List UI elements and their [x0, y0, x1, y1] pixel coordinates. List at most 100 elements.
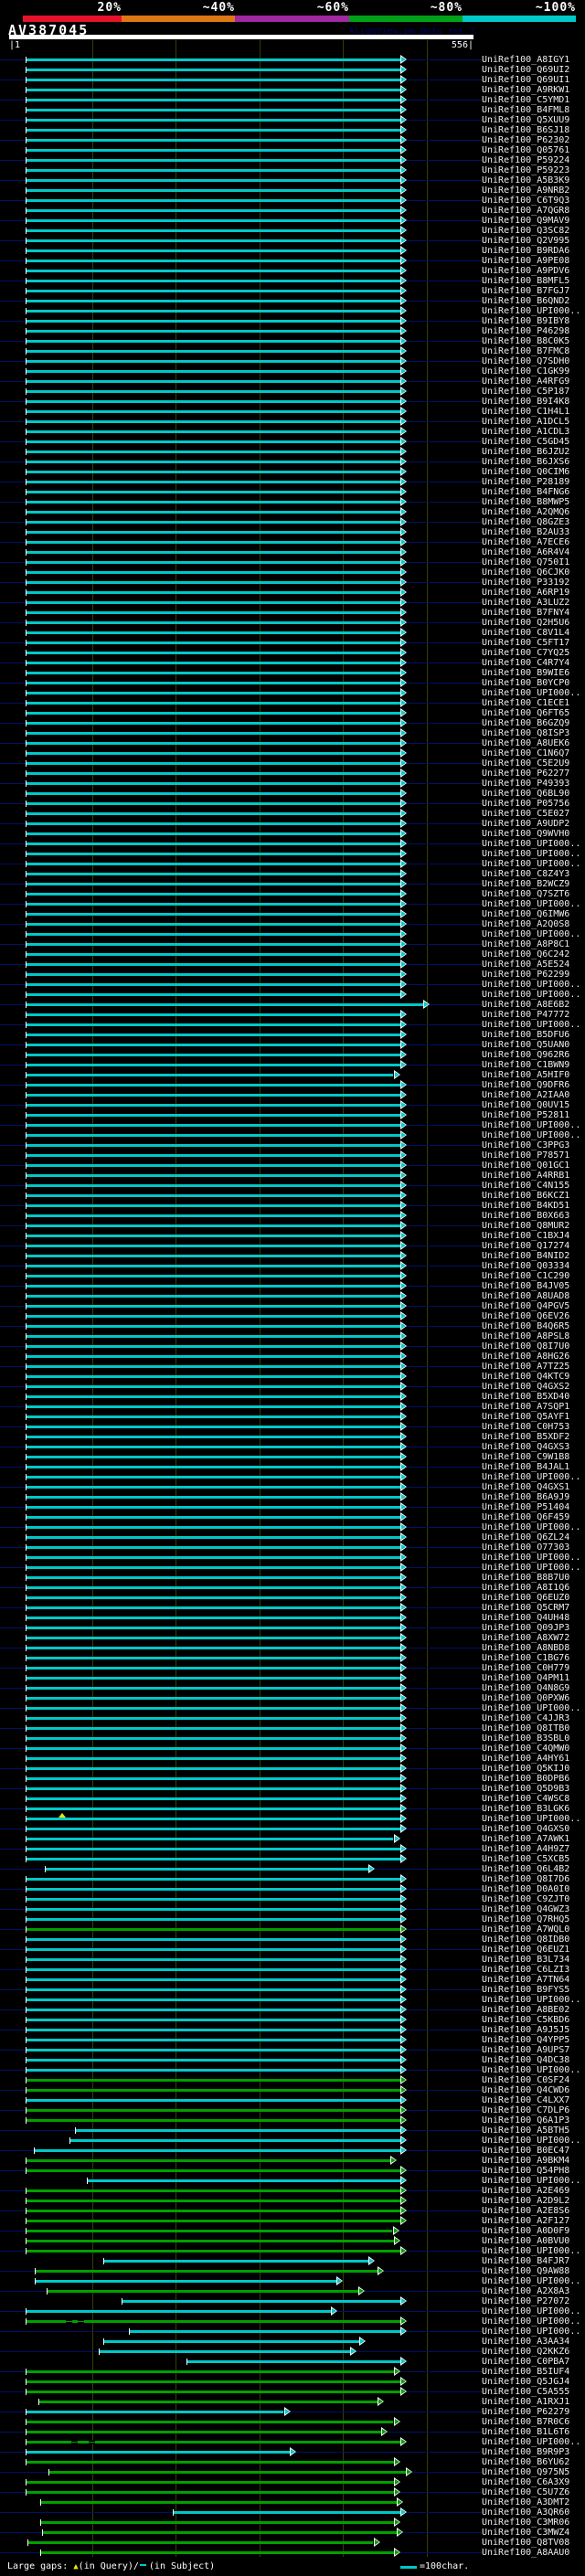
hit-label: UniRef100_A0D0F9: [482, 2226, 570, 2236]
alignment-bar: [26, 923, 400, 926]
alignment-start-tick: [26, 2459, 27, 2465]
alignment-row: UniRef100_UPI000..: [0, 1522, 585, 1532]
alignment-start-tick: [39, 2549, 41, 2556]
alignment-row: UniRef100_UPI000..: [0, 306, 585, 316]
hit-label: UniRef100_B0X663: [482, 1211, 570, 1221]
scale-label-80: ~80%: [430, 1, 463, 15]
alignment-row: UniRef100_B6KCZ1: [0, 1191, 585, 1201]
alignment-row: UniRef100_C5P187: [0, 387, 585, 397]
alignment-row: UniRef100_C5KBD6: [0, 2015, 585, 2025]
alignment-start-tick: [26, 117, 27, 123]
alignment-start-tick: [26, 549, 27, 556]
alignment-row: UniRef100_C0H753: [0, 1422, 585, 1432]
arrowhead-fill-icon: [400, 1464, 406, 1469]
alignment-start-tick: [26, 881, 27, 887]
hit-label: UniRef100_UPI000..: [482, 1995, 581, 2005]
alignment-bar: [26, 420, 400, 423]
alignment-start-tick: [26, 419, 27, 425]
arrowhead-fill-icon: [400, 831, 406, 836]
alignment-start-tick: [26, 338, 27, 345]
alignment-bar: [26, 139, 400, 142]
alignment-start-tick: [26, 1012, 27, 1018]
alignment-row: UniRef100_UPI000..: [0, 899, 585, 909]
alignment-bar: [26, 641, 400, 644]
hit-label: UniRef100_C4R7Y4: [482, 658, 570, 668]
alignment-bar: [26, 410, 400, 413]
arrowhead-fill-icon: [400, 1715, 406, 1721]
arrowhead-fill-icon: [359, 2288, 364, 2294]
arrowhead-fill-icon: [400, 720, 406, 726]
alignment-start-tick: [26, 1363, 27, 1370]
alignment-row: UniRef100_Q2KKZ6: [0, 2347, 585, 2357]
arrowhead-fill-icon: [400, 921, 406, 927]
alignment-start-tick: [26, 529, 27, 535]
alignment-start-tick: [26, 851, 27, 857]
arrowhead-fill-icon: [400, 308, 406, 313]
alignment-row: UniRef100_B2AU33: [0, 527, 585, 537]
hit-label: UniRef100_A8UAD8: [482, 1291, 570, 1301]
arrowhead-fill-icon: [400, 821, 406, 826]
arrowhead-fill-icon: [400, 1182, 406, 1188]
arrowhead-fill-icon: [400, 157, 406, 163]
hit-label: UniRef100_Q03334: [482, 1261, 570, 1271]
arrowhead-fill-icon: [400, 1605, 406, 1610]
alignment-bar: [26, 2099, 400, 2102]
arrowhead-fill-icon: [400, 1876, 406, 1882]
alignment-start-tick: [26, 499, 27, 505]
arrowhead-fill-icon: [400, 1022, 406, 1027]
hit-label: UniRef100_A3LUZ2: [482, 598, 570, 608]
hit-label: UniRef100_UPI000..: [482, 1130, 581, 1140]
alignment-start-tick: [26, 1916, 27, 1923]
hit-label: UniRef100_A2E8S6: [482, 2206, 570, 2216]
alignment-bar: [26, 440, 400, 443]
alignment-bar: [26, 1224, 400, 1227]
scale-segment-~60%: [235, 16, 349, 22]
alignment-bar: [47, 2290, 358, 2293]
hit-label: UniRef100_C1BXJ4: [482, 1231, 570, 1241]
alignment-row: UniRef100_A9UDP2: [0, 819, 585, 829]
alignment-row: UniRef100_C1BXJ4: [0, 1231, 585, 1241]
alignment-start-tick: [26, 1987, 27, 1993]
alignment-row: UniRef100_A3DMT2: [0, 2497, 585, 2507]
arrowhead-fill-icon: [400, 2298, 406, 2304]
alignment-start-tick: [26, 2067, 27, 2073]
arrowhead-fill-icon: [395, 2369, 400, 2374]
alignment-bar: [26, 621, 400, 624]
alignment-start-tick: [26, 328, 27, 334]
alignment-bar: [26, 1054, 400, 1056]
alignment-bar: [26, 732, 400, 735]
alignment-row: UniRef100_C5GD45: [0, 437, 585, 447]
alignment-row: UniRef100_B5IUF4: [0, 2367, 585, 2377]
alignment-row: UniRef100_A7QGR8: [0, 206, 585, 216]
alignment-bar: [98, 2350, 350, 2353]
hit-label: UniRef100_A8HG26: [482, 1352, 570, 1362]
alignment-row: UniRef100_Q03334: [0, 1261, 585, 1271]
alignment-bar: [26, 1988, 400, 1991]
alignment-bar: [26, 893, 400, 896]
alignment-row: UniRef100_P52811: [0, 1110, 585, 1120]
alignment-row: UniRef100_A6R4V4: [0, 547, 585, 557]
arrowhead-fill-icon: [400, 1936, 406, 1942]
alignment-bar: [26, 953, 400, 956]
alignment-start-tick: [26, 1152, 27, 1159]
alignment-start-tick: [26, 1574, 27, 1581]
alignment-start-tick: [26, 1132, 27, 1139]
alignment-row: UniRef100_Q6EV26: [0, 1311, 585, 1321]
alignment-row: UniRef100_P27072: [0, 2296, 585, 2306]
hit-label: UniRef100_B1L6T6: [482, 2427, 570, 2437]
alignment-start-tick: [26, 2489, 27, 2496]
alignment-row: UniRef100_O77303: [0, 1542, 585, 1553]
hit-label: UniRef100_B4FNG6: [482, 487, 570, 497]
arrowhead-fill-icon: [400, 1333, 406, 1339]
alignment-bar: [26, 1586, 400, 1589]
alignment-bar: [26, 1928, 400, 1931]
alignment-row: UniRef100_UPI000..: [0, 2327, 585, 2337]
alignment-bar: [26, 99, 400, 101]
alignment-row: UniRef100_Q17274: [0, 1241, 585, 1251]
arrowhead-fill-icon: [400, 499, 406, 504]
alignment-start-tick: [26, 288, 27, 294]
arrowhead-fill-icon: [400, 2509, 406, 2515]
alignment-start-tick: [26, 1514, 27, 1521]
arrowhead-fill-icon: [400, 2328, 406, 2334]
arrowhead-fill-icon: [424, 1002, 430, 1007]
